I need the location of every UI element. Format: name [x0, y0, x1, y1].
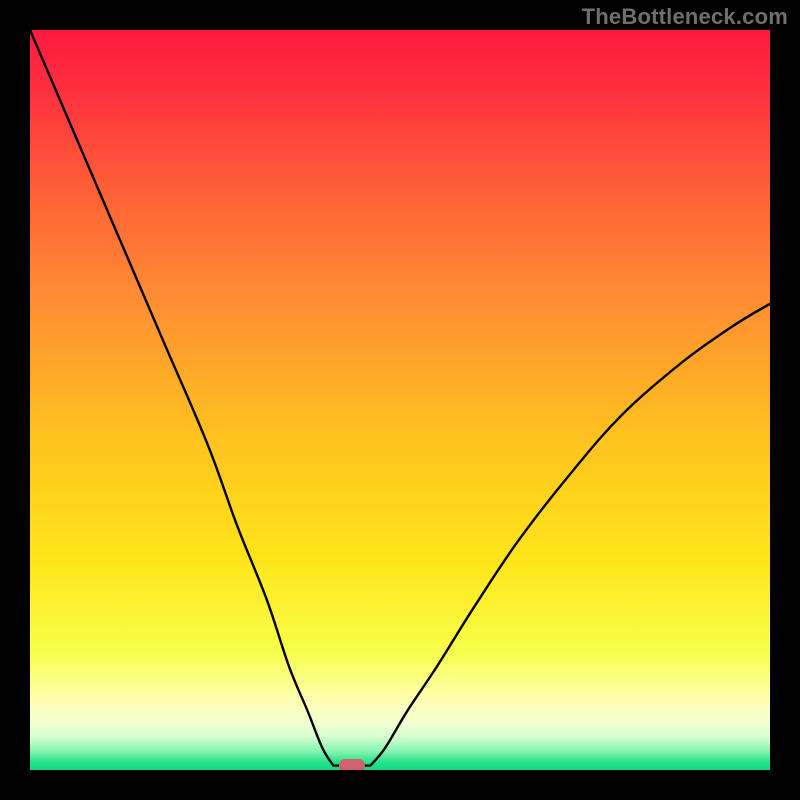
bottleneck-chart	[30, 30, 770, 770]
chart-frame: TheBottleneck.com	[0, 0, 800, 800]
watermark-label: TheBottleneck.com	[582, 4, 788, 30]
optimum-marker	[339, 759, 365, 770]
plot-background	[30, 30, 770, 770]
